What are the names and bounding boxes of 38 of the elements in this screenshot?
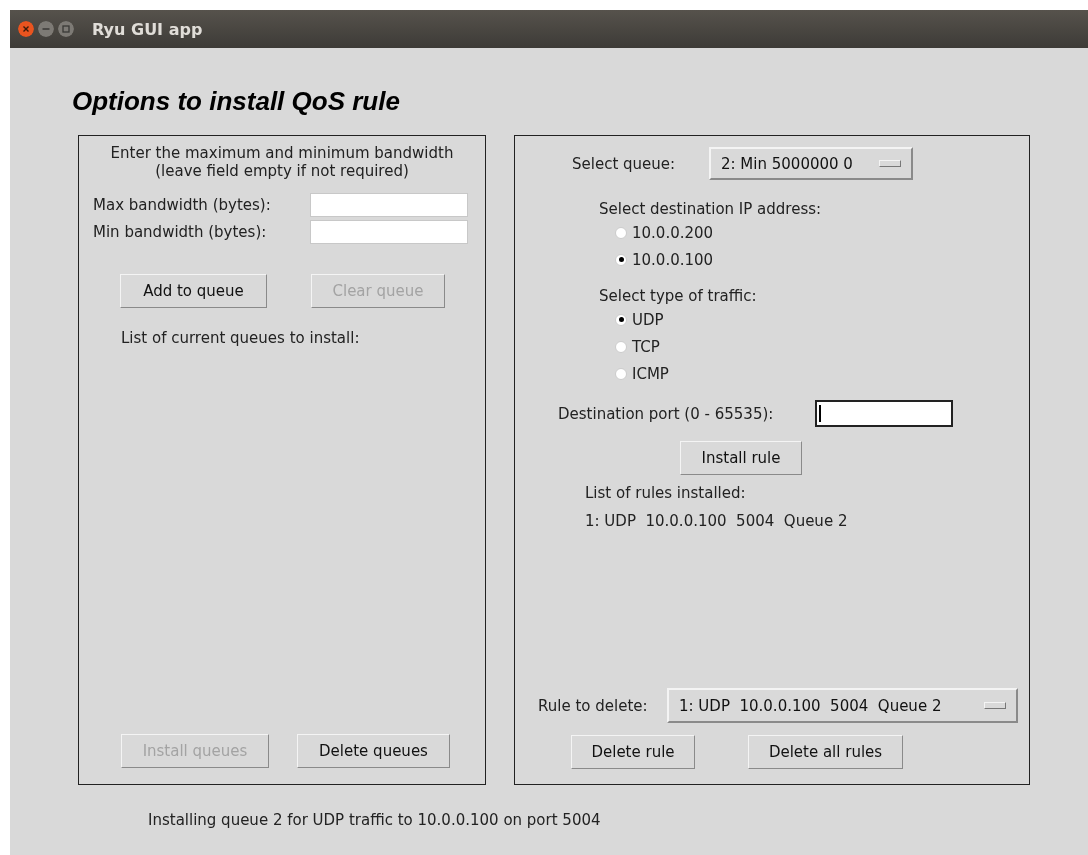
radio-button[interactable]: [615, 340, 627, 353]
radio-label: 10.0.0.100: [632, 250, 714, 269]
input-field[interactable]: [310, 219, 468, 244]
action-button[interactable]: Install rule: [680, 441, 802, 475]
radio-button[interactable]: [615, 226, 627, 239]
section-label: Select destination IP address:: [599, 200, 823, 218]
radio-label: ICMP: [632, 364, 669, 383]
radio-button[interactable]: [615, 253, 627, 266]
field-label: Select queue:: [572, 154, 677, 173]
radio-label: UDP: [632, 310, 664, 329]
minimize-icon[interactable]: [38, 21, 54, 37]
section-label: List of current queues to install:: [121, 329, 361, 347]
port-field[interactable]: [815, 400, 953, 427]
input-field[interactable]: [310, 192, 468, 217]
field-label: Destination port (0 - 65535):: [558, 404, 775, 423]
section-label: Select type of traffic:: [599, 287, 758, 305]
field-label: Max bandwidth (bytes):: [93, 195, 272, 214]
rule-dropdown[interactable]: 1: UDP 10.0.0.100 5004 Queue 2: [667, 688, 1018, 723]
action-button[interactable]: Delete rule: [571, 735, 695, 769]
action-button[interactable]: Delete queues: [297, 734, 450, 768]
section-label: List of rules installed:: [585, 483, 747, 503]
status-message: Installing queue 2 for UDP traffic to 10.0.0.100 on port 5004: [148, 811, 602, 829]
action-button[interactable]: Delete all rules: [748, 735, 903, 769]
page-heading: Options to install QoS rule: [72, 86, 401, 117]
rule-entry: 1: UDP 10.0.0.100 5004 Queue 2: [585, 511, 849, 531]
radio-button[interactable]: [615, 313, 627, 326]
window-title: Ryu GUI app: [92, 19, 203, 39]
instruction-text: Enter the maximum and minimum bandwidth: [109, 144, 455, 162]
field-label: Rule to delete:: [538, 696, 649, 715]
close-icon[interactable]: [18, 21, 34, 37]
instruction-text: (leave field empty if not required): [154, 162, 410, 180]
radio-label: TCP: [632, 337, 660, 356]
maximize-icon[interactable]: [58, 21, 74, 37]
queue-dropdown[interactable]: 2: Min 5000000 0: [709, 147, 913, 180]
radio-button[interactable]: [615, 367, 627, 380]
action-button[interactable]: Add to queue: [120, 274, 267, 308]
radio-label: 10.0.0.200: [632, 223, 714, 242]
field-label: Min bandwidth (bytes):: [93, 222, 268, 241]
